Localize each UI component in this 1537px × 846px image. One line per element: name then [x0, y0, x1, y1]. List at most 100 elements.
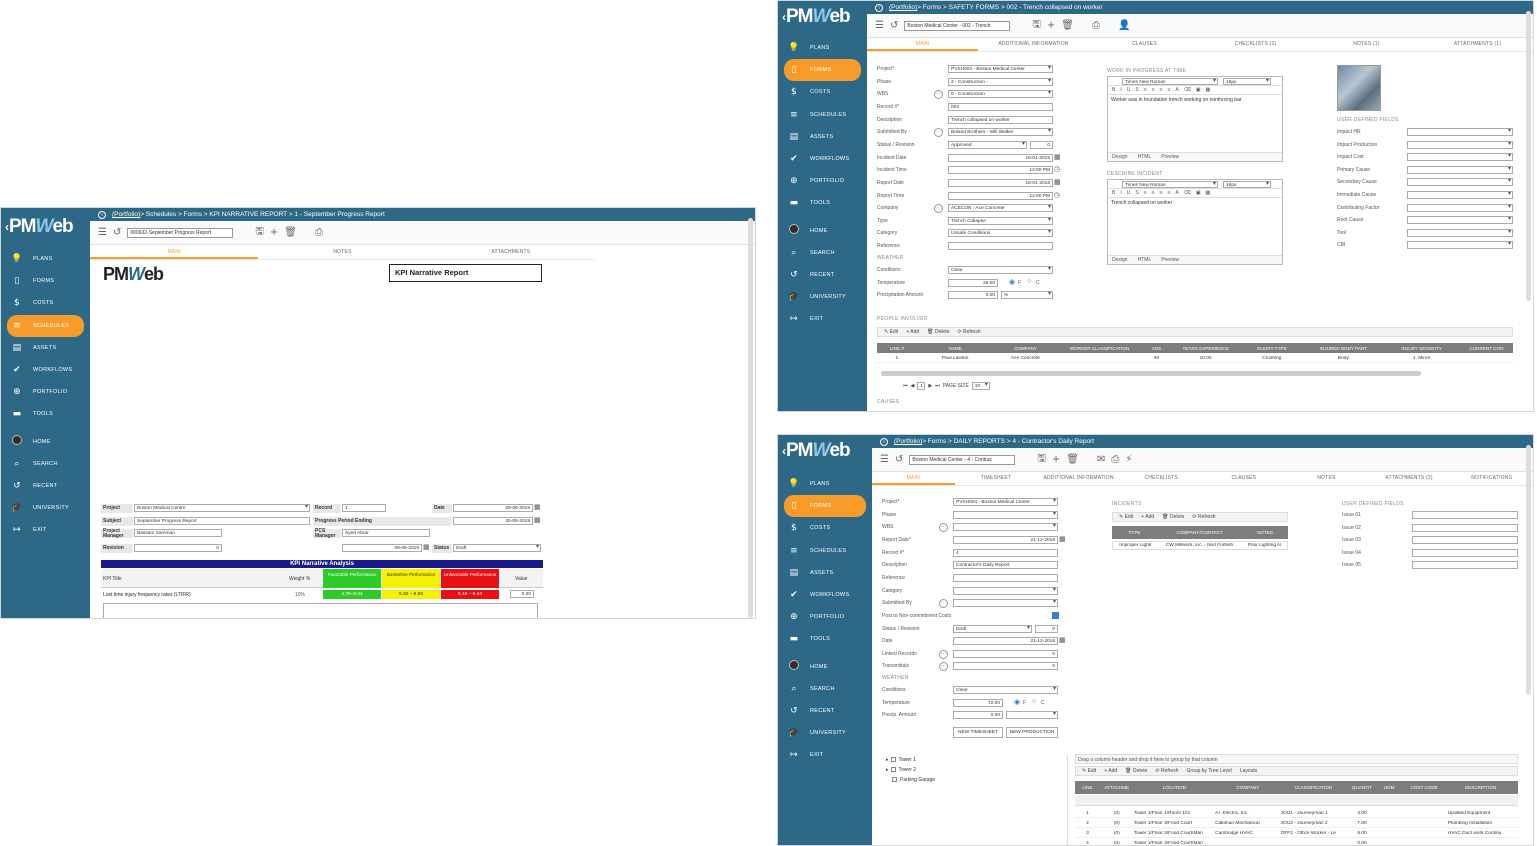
- field-status-revision[interactable]: Approved: [948, 140, 1027, 149]
- breadcrumb-portfolio-link[interactable]: (Portfolio): [112, 211, 140, 218]
- sidebar-item-plans[interactable]: 💡 PLANS: [778, 37, 867, 59]
- delete-icon[interactable]: 🗑: [1066, 454, 1079, 465]
- tab-checklists-2[interactable]: CHECKLISTS (2): [1200, 37, 1311, 51]
- kpi-comment-box[interactable]: [103, 603, 538, 618]
- calendar-icon[interactable]: ▦: [1054, 153, 1061, 161]
- format-8-icon[interactable]: A: [1175, 190, 1178, 196]
- tree-node-parking-garage[interactable]: Parking Garage: [882, 775, 1067, 785]
- sidebar-item-university[interactable]: 🎓 UNIVERSITY: [778, 722, 872, 744]
- format-2-icon[interactable]: U: [1127, 190, 1131, 196]
- udf-field-immediate-cause[interactable]: [1407, 191, 1513, 199]
- tab-attachments-1[interactable]: ATTACHMENTS (1): [1422, 37, 1533, 51]
- incident-delete-button[interactable]: 🗑 Delete: [1162, 514, 1184, 520]
- kpi-value-input[interactable]: 0.00: [510, 590, 534, 598]
- grid-delete-button[interactable]: 🗑 Delete: [927, 329, 949, 335]
- celsius-radio[interactable]: ○: [1027, 278, 1031, 285]
- tree-checkbox[interactable]: [890, 767, 896, 773]
- resource-refresh-button[interactable]: ⟳ Refresh: [1155, 768, 1178, 774]
- column-header-line[interactable]: LINE #: [877, 346, 917, 351]
- field-status-revision[interactable]: Draft: [953, 624, 1032, 633]
- sidebar-item-assets[interactable]: ▤ ASSETS: [778, 562, 872, 584]
- sidebar-item-exit[interactable]: ↦ EXIT: [1, 519, 90, 541]
- field-reference[interactable]: [948, 242, 1053, 251]
- tab-clauses[interactable]: CLAUSES: [1203, 471, 1286, 485]
- history-icon[interactable]: ↺: [113, 227, 121, 238]
- udf-field-impact-hr[interactable]: [1407, 128, 1513, 136]
- sidebar-item-home[interactable]: HOME: [778, 220, 867, 242]
- pmweb-logo[interactable]: ‹ PM Web: [1, 208, 90, 246]
- column-header-location[interactable]: LOCATION: [1134, 785, 1215, 790]
- sidebar-item-tools[interactable]: ▬ TOOLS: [1, 403, 90, 425]
- column-header-company[interactable]: COMPANY: [994, 346, 1058, 351]
- resource-group-by-tree-level-button[interactable]: Group by Tree Level: [1186, 768, 1231, 774]
- more-options-icon[interactable]: ···: [934, 90, 943, 100]
- udf-field-issue-05[interactable]: [1412, 561, 1518, 570]
- html-mode-button[interactable]: HTML: [1138, 257, 1152, 263]
- resource-delete-button[interactable]: 🗑 Delete: [1125, 768, 1147, 774]
- column-header-notes[interactable]: NOTES: [1242, 530, 1288, 535]
- info-icon[interactable]: i: [880, 437, 888, 446]
- field-conditions[interactable]: Clear: [953, 686, 1058, 694]
- work-in-progress-text[interactable]: Worker was in foundation trench working …: [1108, 95, 1282, 105]
- udf-field-issue-02[interactable]: [1412, 523, 1518, 532]
- udf-field-root-cause[interactable]: [1407, 216, 1513, 225]
- breadcrumb-portfolio-link[interactable]: (Portfolio): [894, 438, 922, 445]
- column-header-injury-type[interactable]: INJURY TYPE: [1240, 346, 1304, 351]
- column-header-cost-code[interactable]: COST CODE: [1400, 785, 1447, 790]
- sidebar-item-portfolio[interactable]: ⊕ PORTFOLIO: [778, 606, 872, 628]
- field-report-time[interactable]: 12:00 PM: [948, 191, 1053, 200]
- unit-select[interactable]: [1006, 711, 1058, 720]
- column-header-type[interactable]: TYPE: [1112, 530, 1157, 535]
- column-header-injured-body-part[interactable]: INJURED BODY PART: [1304, 346, 1384, 351]
- sidebar-item-university[interactable]: 🎓 UNIVERSITY: [778, 286, 867, 308]
- resource-layouts-button[interactable]: Layouts: [1240, 768, 1258, 774]
- table-row[interactable]: 3 (0) Tower 1/Floor 3/Food Court/Man Cambri…: [1075, 829, 1518, 838]
- sidebar-item-schedules[interactable]: ≡ SCHEDULES: [7, 314, 84, 337]
- revision-field[interactable]: 0: [1030, 140, 1053, 149]
- grid-add-button[interactable]: + Add: [906, 329, 919, 335]
- field-wbs[interactable]: 8 - Construction: [948, 90, 1053, 99]
- clock-icon[interactable]: ◷: [1054, 191, 1060, 199]
- udf-field-cbi[interactable]: [1407, 241, 1513, 250]
- field-precipitation-amount[interactable]: 0.00: [948, 291, 998, 300]
- table-row[interactable]: Improper Lighti CW Millwork, Inc. - Ned F…: [1112, 541, 1288, 550]
- more-options-icon[interactable]: ···: [939, 662, 948, 672]
- format-5-icon[interactable]: ≡: [1152, 190, 1155, 196]
- pager-1-icon[interactable]: ◀: [911, 383, 915, 389]
- column-header-line[interactable]: LINE: [1075, 785, 1100, 790]
- tab-attachments-2[interactable]: ATTACHMENTS (2): [1368, 471, 1451, 485]
- fahrenheit-radio[interactable]: ◉: [1009, 278, 1015, 286]
- column-header-company[interactable]: COMPANY: [1215, 785, 1281, 790]
- sidebar-item-tools[interactable]: ▬ TOOLS: [778, 628, 872, 650]
- column-header-worker-classification[interactable]: WORKER CLASSIFICATION: [1057, 346, 1142, 351]
- format-2-icon[interactable]: U: [1127, 87, 1131, 93]
- sidebar-item-forms[interactable]: ▯ FORMS: [784, 59, 861, 82]
- column-header-attachme[interactable]: ATTACHME: [1100, 785, 1134, 790]
- tree-node-tower-2[interactable]: ▸ Tower 2: [882, 765, 1067, 775]
- add-icon[interactable]: +: [1052, 454, 1060, 465]
- sidebar-item-forms[interactable]: ▯ FORMS: [1, 270, 90, 292]
- sidebar-item-costs[interactable]: $ COSTS: [778, 517, 872, 539]
- celsius-radio[interactable]: ○: [1032, 698, 1036, 705]
- delete-icon[interactable]: 🗑: [284, 227, 297, 238]
- udf-field-impact-cost[interactable]: [1407, 153, 1513, 162]
- fahrenheit-radio[interactable]: ◉: [1014, 698, 1020, 706]
- font-select[interactable]: Times New Roman: [1122, 77, 1218, 85]
- more-options-icon[interactable]: ···: [934, 204, 943, 214]
- format-7-icon[interactable]: ≡: [1167, 190, 1170, 196]
- column-header-company-contact[interactable]: COMPANY/CONTACT: [1157, 530, 1242, 535]
- field-temperature[interactable]: 72.00: [953, 698, 1003, 707]
- sidebar-item-workflows[interactable]: ✔ WORKFLOWS: [1, 359, 90, 381]
- pager-0-icon[interactable]: ⏮: [903, 383, 908, 389]
- tree-checkbox[interactable]: [890, 757, 896, 763]
- field-project[interactable]: PVSH004 - Boston Medical Center: [953, 498, 1058, 506]
- more-options-icon[interactable]: ···: [939, 599, 948, 609]
- tab-notes-1[interactable]: NOTES (1): [1311, 37, 1422, 51]
- field-incident-date[interactable]: 16-01-2018: [948, 153, 1053, 162]
- vertical-scrollbar[interactable]: [748, 218, 753, 618]
- pager-next-0-icon[interactable]: ▶: [928, 383, 932, 389]
- expand-icon[interactable]: ▸: [886, 757, 889, 763]
- udf-field-impact-production[interactable]: [1407, 140, 1513, 149]
- history-icon[interactable]: ↺: [890, 20, 898, 31]
- tab-main[interactable]: MAIN: [90, 245, 259, 259]
